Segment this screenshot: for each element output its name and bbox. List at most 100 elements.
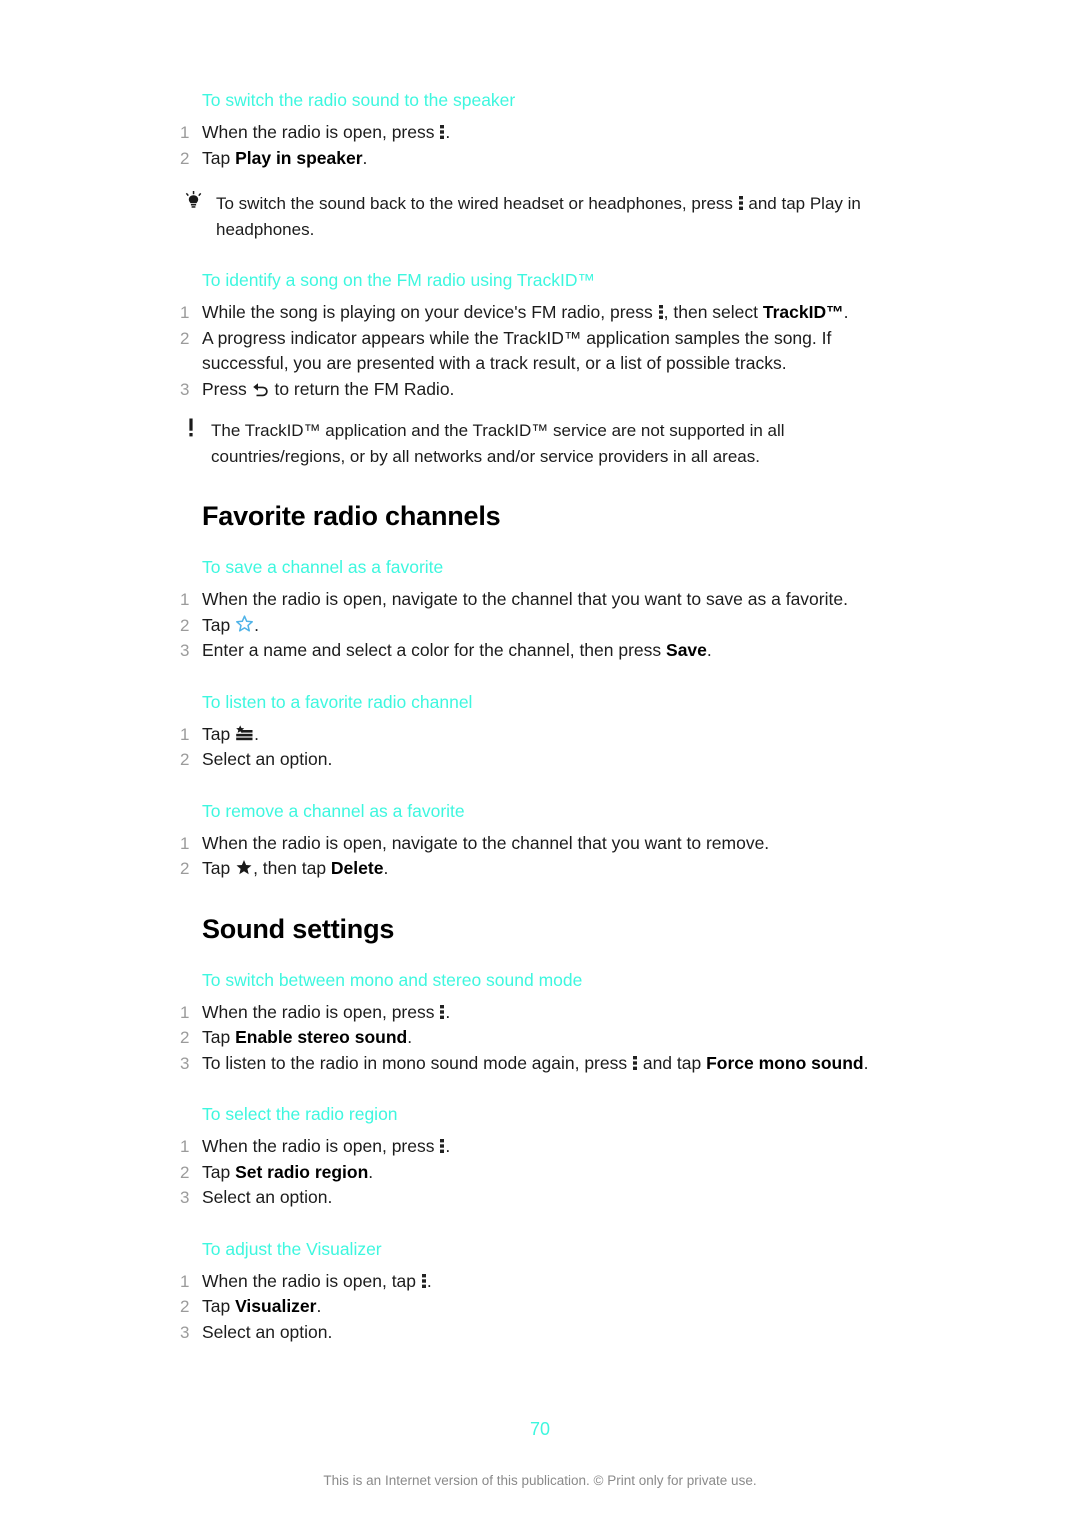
task-title-adjust-visualizer: To adjust the Visualizer [202,1238,382,1259]
step-text-tail: . [407,1027,413,1047]
page-title-sound-settings: Sound settings [202,913,395,944]
page-number: 70 [529,1419,551,1439]
task-title-switch-to-speaker: To switch the radio sound to the speaker [202,90,516,110]
step-text-tail: . [426,1270,432,1291]
step-text: Tap [202,1296,236,1316]
step-emphasis: Set radio region [235,1161,369,1182]
exclamation-icon [180,418,202,446]
step-text-tail: . [445,122,451,142]
step-emphasis: Force mono sound [706,1052,864,1073]
step-number: 3 [180,1188,190,1207]
list-item: 3 Enter a name and select a color for th… [180,638,902,664]
list-item: 1 When the radio is open, navigate to th… [180,831,902,857]
step-number: 2 [180,148,190,168]
step-number: 1 [180,1137,190,1156]
task-title-save-favorite: To save a channel as a favorite [202,557,444,577]
document-page: To switch the radio sound to the speaker… [0,0,1080,1527]
step-text: Tap [202,1161,236,1182]
steps-mono-stereo: 1 When the radio is open, press . 2 Tap … [180,1000,902,1077]
step-number: 3 [180,1322,190,1342]
step-text: Press [202,378,252,399]
step-number: 2 [180,750,190,769]
step-text-tail: . [316,1296,322,1316]
step-number: 1 [180,303,190,322]
step-text-tail: . [843,302,849,322]
step-number: 3 [180,379,190,399]
page-content: To switch the radio sound to the speaker… [180,88,902,1345]
list-item: 3 Press to return the FM Radio. [180,377,902,403]
tip-callout-speaker: To switch the sound back to the wired he… [180,191,902,242]
steps-listen-favorite: 1 Tap . 2 Select an option. [180,722,902,773]
step-text: Tap [202,723,236,744]
step-text: Tap [202,858,236,878]
step-number: 2 [180,859,190,878]
step-number: 1 [180,833,190,853]
step-number: 3 [180,1053,190,1073]
step-emphasis: Visualizer [235,1296,317,1316]
step-text: Enter a name and select a color for the … [202,640,667,660]
step-emphasis: Delete [330,858,384,878]
step-text-tail: . [383,858,389,878]
step-text-mid: , then select [663,302,763,322]
footer-copyright-note: This is an Internet version of this publ… [323,1473,757,1488]
step-text: When the radio is open, navigate to the … [202,832,770,853]
star-filled-icon [235,859,253,876]
list-item: 1 When the radio is open, navigate to th… [180,587,902,613]
step-text: Select an option. [202,749,333,769]
steps-adjust-visualizer: 1 When the radio is open, tap . 2 Tap Vi… [180,1269,902,1346]
list-item: 2 Tap . [180,613,902,639]
step-text: Tap [202,1027,236,1047]
step-text: When the radio is open, press [202,1136,440,1156]
step-number: 3 [180,641,190,660]
step-text: Tap [202,614,236,635]
task-title-mono-stereo: To switch between mono and stereo sound … [202,969,583,990]
step-text: To listen to the radio in mono sound mod… [202,1052,632,1073]
list-item: 2 Tap Play in speaker. [180,146,902,172]
lightbulb-icon [182,191,204,218]
list-item: 1 Tap . [180,722,902,748]
list-item: 2 Tap Set radio region. [180,1160,902,1186]
step-text-tail: . [254,723,259,744]
list-item: 1 When the radio is open, press . [180,1134,902,1160]
favorites-list-icon [235,724,254,742]
step-number: 2 [180,1297,190,1316]
page-title-favorite-radio-channels: Favorite radio channels [202,501,501,531]
list-item: 1 When the radio is open, press . [180,120,902,146]
step-number: 2 [180,328,190,348]
steps-switch-to-speaker: 1 When the radio is open, press . 2 Tap … [180,120,902,171]
step-text: When the radio is open, tap [202,1270,421,1291]
step-emphasis: TrackID™ [762,302,844,322]
list-item: 1 While the song is playing on your devi… [180,300,902,326]
step-emphasis: Play in speaker [235,147,363,168]
back-arrow-icon [252,382,270,397]
step-text: Tap [202,147,236,168]
step-text-tail: to return the FM Radio. [269,378,455,399]
step-emphasis: Enable stereo sound [235,1027,408,1047]
list-item: 3 Select an option. [180,1185,902,1211]
step-number: 1 [180,1271,190,1291]
step-number: 1 [180,123,190,142]
step-text-tail: . [445,1136,451,1156]
list-item: 1 When the radio is open, press . [180,1000,902,1026]
step-emphasis: Save [666,640,707,660]
list-item: 2 Tap Visualizer. [180,1294,902,1320]
list-item: 2 Select an option. [180,747,902,773]
task-title-identify-song: To identify a song on the FM radio using… [202,270,595,290]
step-text-tail: . [706,640,712,660]
step-text: When the radio is open, press [202,122,440,142]
step-text: A progress indicator appears while the T… [202,327,832,374]
step-text-tail: . [368,1161,374,1182]
steps-save-favorite: 1 When the radio is open, navigate to th… [180,587,902,664]
step-text-mid: , then tap [253,858,331,878]
task-title-select-region: To select the radio region [202,1104,398,1124]
list-item: 2 Tap Enable stereo sound. [180,1025,902,1051]
steps-remove-favorite: 1 When the radio is open, navigate to th… [180,831,902,882]
step-number: 2 [180,1162,190,1182]
note-text: The TrackID™ application and the TrackID… [211,421,785,466]
step-text-mid: and tap [637,1052,707,1073]
step-text: Select an option. [202,1321,333,1342]
step-text: When the radio is open, navigate to the … [202,589,848,609]
step-text-tail: . [254,614,259,635]
tip-text-pre: To switch the sound back to the wired he… [216,194,738,213]
list-item: 2 A progress indicator appears while the… [180,326,902,377]
